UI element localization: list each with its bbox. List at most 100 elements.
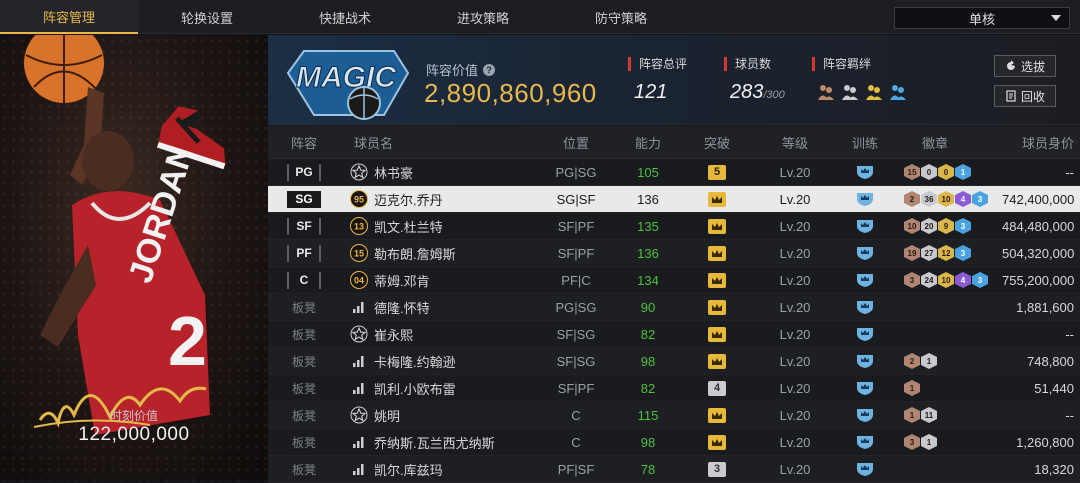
- col-training[interactable]: 训练: [828, 133, 902, 152]
- player-value: 1,881,600: [1016, 299, 1074, 315]
- player-name-cell: 95 迈克尔.乔丹: [340, 190, 528, 209]
- lineup-slot: SF: [268, 217, 340, 235]
- star-icon: [350, 163, 368, 181]
- table-row[interactable]: 板凳 凯利.小欧布雷 SF|PF 82 4 Lv.20 1 51,440: [268, 375, 1080, 402]
- badge-hex: 3: [904, 434, 920, 450]
- badges-cell: 19 27 12 3: [902, 245, 1002, 261]
- mode-dropdown[interactable]: 单核: [894, 7, 1070, 29]
- mode-dropdown-value: 单核: [968, 11, 995, 27]
- help-icon[interactable]: ?: [483, 63, 496, 76]
- training-cell: [828, 218, 902, 234]
- recycle-button[interactable]: 回收: [994, 85, 1056, 107]
- lineup-value-label: 阵容价值 ?: [426, 60, 496, 79]
- table-row[interactable]: 板凳 凯尔.库兹玛 PF|SF 78 3 Lv.20 18,320: [268, 456, 1080, 483]
- player-count-label: 球员数: [724, 57, 785, 71]
- badge-hex: 3: [904, 272, 920, 288]
- player-value: 18,320: [1034, 461, 1074, 477]
- breakthrough-cell: 4: [672, 380, 762, 396]
- top-nav: 阵容管理 轮换设置 快捷战术 进攻策略 防守策略 单核: [0, 0, 1080, 34]
- col-ability[interactable]: 能力: [624, 133, 672, 152]
- bond-icon-bronze[interactable]: [816, 83, 836, 101]
- badge-hex: 1: [921, 434, 937, 450]
- table-row[interactable]: 板凳 姚明 C 115 Lv.20 1 11 --: [268, 402, 1080, 429]
- tab-lineup-management[interactable]: 阵容管理: [0, 0, 138, 34]
- badge-hex: 2: [904, 353, 920, 369]
- svg-text:15: 15: [354, 249, 364, 259]
- table-row[interactable]: SG 95 迈克尔.乔丹 SG|SF 136 Lv.20 2 36 10 4 3 742,400,00…: [268, 186, 1080, 213]
- badge-hex: 24: [921, 272, 937, 288]
- crown-icon: [708, 407, 726, 423]
- player-ability: 134: [637, 272, 659, 288]
- training-shield-icon[interactable]: [855, 245, 875, 261]
- lineup-slot: 板凳: [268, 461, 340, 478]
- lineup-bond-stat: 阵容羁绊: [812, 57, 908, 101]
- slot-tag: PG: [287, 163, 321, 181]
- training-shield-icon[interactable]: [855, 218, 875, 234]
- training-shield-icon[interactable]: [855, 461, 875, 477]
- training-cell: [828, 353, 902, 369]
- player-value: 484,480,000: [1002, 218, 1075, 234]
- training-cell: [828, 434, 902, 450]
- col-player-value[interactable]: 球员身价: [1002, 133, 1080, 152]
- training-shield-icon[interactable]: [855, 164, 875, 180]
- training-shield-icon[interactable]: [855, 299, 875, 315]
- breakthrough-cell: 5: [672, 164, 762, 180]
- training-shield-icon[interactable]: [855, 407, 875, 423]
- training-shield-icon[interactable]: [855, 272, 875, 288]
- col-position[interactable]: 位置: [528, 133, 624, 152]
- badge-hex: 11: [921, 407, 937, 423]
- bond-icon-silver[interactable]: [840, 83, 860, 101]
- bond-icon-blue[interactable]: [888, 83, 908, 101]
- tab-offense-strategy[interactable]: 进攻策略: [414, 0, 552, 34]
- col-level[interactable]: 等级: [762, 133, 828, 152]
- player-ability: 98: [640, 353, 656, 369]
- tab-rotation-settings[interactable]: 轮换设置: [138, 0, 276, 34]
- player-position: C: [571, 434, 581, 450]
- player-name-cell: 德隆.怀特: [340, 298, 528, 317]
- slot-tag: SF: [287, 217, 321, 235]
- table-row[interactable]: 板凳 卡梅隆.约翰逊 SF|SG 98 Lv.20 2 1 748,800: [268, 348, 1080, 375]
- lineup-slot: PF: [268, 244, 340, 262]
- team-header: MAGIC 阵容价值 ? 2,890,860,960 阵容总评 121 球员数 …: [268, 35, 1080, 125]
- player-ability: 136: [637, 191, 659, 207]
- badges-cell: 1: [902, 380, 1002, 396]
- col-lineup[interactable]: 阵容: [268, 133, 340, 152]
- badge-hex: 0: [938, 164, 954, 180]
- table-row[interactable]: PG 林书豪 PG|SG 105 5 Lv.20 15 0 0 1 --: [268, 159, 1080, 186]
- player-level: Lv.20: [779, 407, 811, 423]
- player-ability: 90: [640, 299, 656, 315]
- tab-quick-tactics[interactable]: 快捷战术: [276, 0, 414, 34]
- player-count-stat: 球员数 283/300: [724, 57, 785, 104]
- training-shield-icon[interactable]: [855, 353, 875, 369]
- table-row[interactable]: SF 13 凯文.杜兰特 SF|PF 135 Lv.20 10 20 9 3 484,480,000: [268, 213, 1080, 240]
- table-row[interactable]: C 04 蒂姆.邓肯 PF|C 134 Lv.20 3 24 10 4 3 755,200,000: [268, 267, 1080, 294]
- player-level: Lv.20: [779, 272, 811, 288]
- table-row[interactable]: 板凳 乔纳斯.瓦兰西尤纳斯 C 98 Lv.20 3 1 1,260,800: [268, 429, 1080, 456]
- table-row[interactable]: PF 15 勒布朗.詹姆斯 SF|PF 136 Lv.20 19 27 12 3 504,320,0…: [268, 240, 1080, 267]
- bond-icon-gold[interactable]: [864, 83, 884, 101]
- training-cell: [828, 461, 902, 477]
- player-name-cell: 凯利.小欧布雷: [340, 379, 528, 398]
- player-level: Lv.20: [779, 326, 811, 342]
- player-position: SF|PF: [557, 218, 595, 234]
- scout-button[interactable]: 选拔: [994, 55, 1056, 77]
- col-breakthrough[interactable]: 突破: [672, 133, 762, 152]
- tab-defense-strategy[interactable]: 防守策略: [552, 0, 690, 34]
- col-badges[interactable]: 徽章: [902, 133, 1002, 152]
- training-shield-icon[interactable]: [855, 380, 875, 396]
- table-header: 阵容 球员名 位置 能力 突破 等级 训练 徽章 球员身价: [268, 126, 1080, 159]
- player-value: --: [1065, 326, 1074, 342]
- training-shield-icon[interactable]: [855, 434, 875, 450]
- col-player-name[interactable]: 球员名: [340, 133, 528, 152]
- slot-tag: 板凳: [291, 435, 316, 450]
- lineup-value: 2,890,860,960: [424, 78, 597, 108]
- breakthrough-cell: [672, 245, 762, 261]
- table-row[interactable]: 板凳 德隆.怀特 PG|SG 90 Lv.20 1,881,600: [268, 294, 1080, 321]
- svg-text:13: 13: [354, 222, 364, 232]
- training-shield-icon[interactable]: [855, 326, 875, 342]
- slot-tag: 板凳: [291, 462, 316, 477]
- badge-hex: 27: [921, 245, 937, 261]
- player-name: 迈克尔.乔丹: [374, 192, 443, 208]
- training-shield-icon[interactable]: [855, 191, 875, 207]
- table-row[interactable]: 板凳 崔永熙 SF|SG 82 Lv.20 --: [268, 321, 1080, 348]
